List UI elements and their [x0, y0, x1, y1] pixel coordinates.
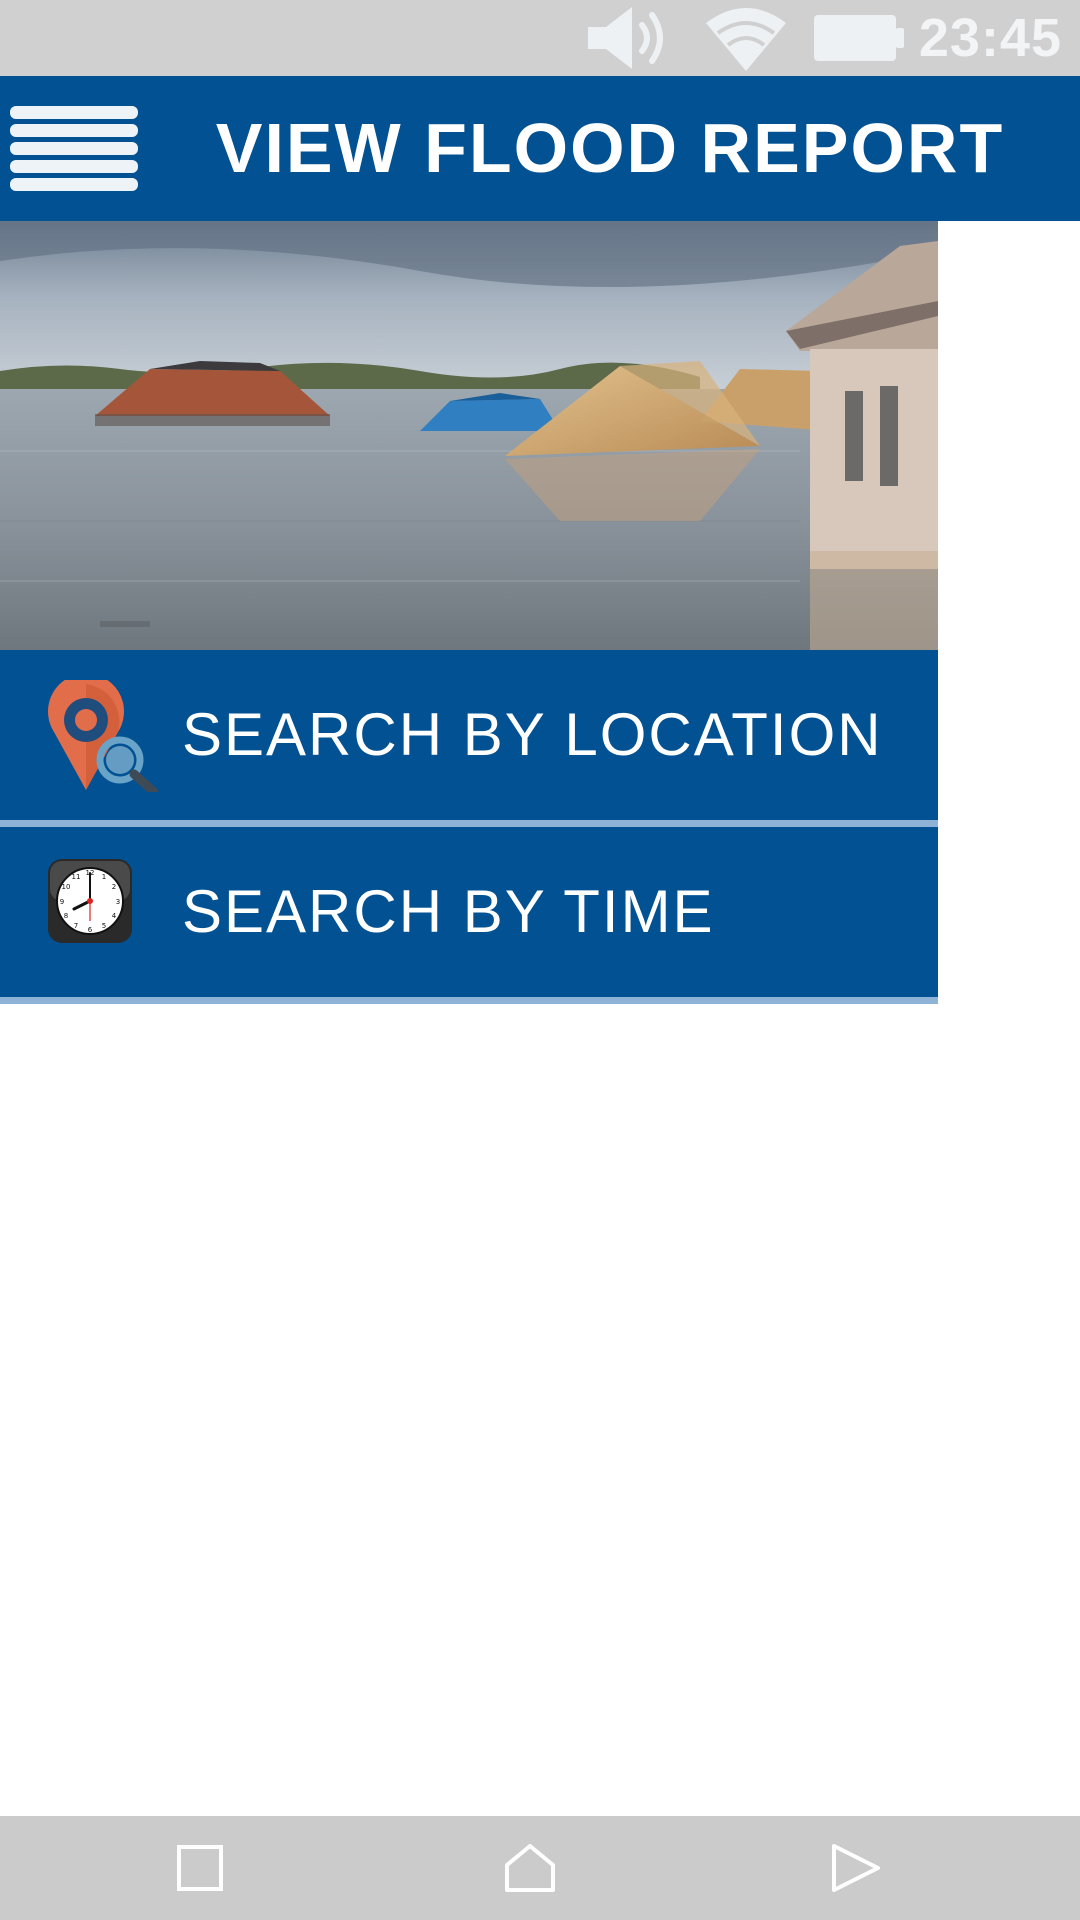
volume-icon	[580, 0, 680, 76]
svg-text:4: 4	[112, 912, 117, 920]
wifi-icon	[700, 0, 792, 76]
flood-hero-image	[0, 221, 938, 650]
status-bar: 23:45	[0, 0, 1080, 76]
battery-icon	[812, 0, 908, 76]
svg-text:3: 3	[116, 898, 120, 906]
search-by-location-label: SEARCH BY LOCATION	[182, 701, 883, 768]
system-nav-bar	[0, 1816, 1080, 1920]
svg-text:10: 10	[62, 883, 71, 891]
svg-text:11: 11	[72, 873, 81, 881]
status-time: 23:45	[918, 8, 1062, 68]
app-screen: 23:45 VIEW FLOOD REPORT SEARCH BY LOCATI…	[0, 0, 1080, 1920]
recent-apps-icon[interactable]	[140, 1816, 260, 1920]
svg-text:5: 5	[102, 922, 106, 930]
hamburger-menu-icon[interactable]	[10, 106, 138, 192]
page-title: VIEW FLOOD REPORT	[215, 109, 1005, 187]
svg-text:6: 6	[88, 926, 93, 934]
menu-divider	[0, 997, 938, 1004]
search-by-time-label: SEARCH BY TIME	[182, 878, 715, 945]
location-search-icon	[46, 673, 166, 797]
search-menu: SEARCH BY LOCATION 12 1 2 3 4 5 6	[0, 650, 938, 1004]
back-icon[interactable]	[796, 1816, 916, 1920]
svg-text:9: 9	[60, 898, 64, 906]
home-icon[interactable]	[470, 1816, 590, 1920]
search-by-location-button[interactable]: SEARCH BY LOCATION	[0, 650, 938, 820]
svg-text:7: 7	[74, 922, 78, 930]
clock-icon: 12 1 2 3 4 5 6 7 8 9 10 11	[48, 859, 132, 943]
svg-text:1: 1	[102, 873, 106, 881]
search-by-time-button[interactable]: 12 1 2 3 4 5 6 7 8 9 10 11	[0, 827, 938, 997]
svg-text:2: 2	[112, 883, 116, 891]
app-bar: VIEW FLOOD REPORT	[0, 76, 1080, 221]
menu-divider	[0, 820, 938, 827]
svg-text:8: 8	[64, 912, 68, 920]
